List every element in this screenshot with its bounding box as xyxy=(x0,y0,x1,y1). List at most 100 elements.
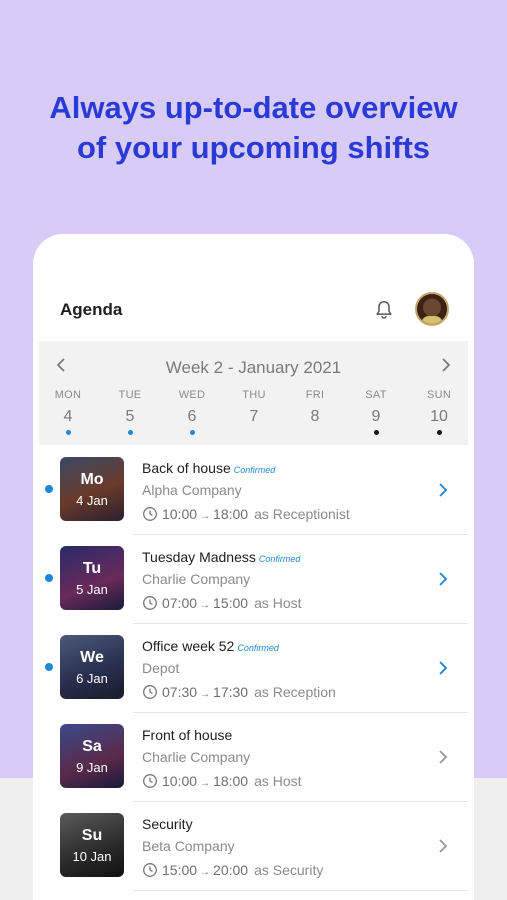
shift-time-row: 15:00 → 20:00 as Security xyxy=(142,862,323,878)
day-name: MON xyxy=(54,389,82,401)
arrow-right-icon: → xyxy=(200,778,211,789)
day-number: 5 xyxy=(125,408,135,425)
clock-icon xyxy=(143,596,157,610)
shift-title-row: Front of house xyxy=(142,727,235,745)
day-name: TUE xyxy=(118,389,142,401)
chevron-right-icon[interactable] xyxy=(436,660,450,676)
shift-date: 6 Jan xyxy=(76,671,108,686)
shift-time-row: 07:30 → 17:30 as Reception xyxy=(142,684,336,700)
page-title: Agenda xyxy=(60,300,123,319)
phone-screen: Agenda Week 2 - January 2021 MON 4 TUE 5 WED… xyxy=(33,234,474,900)
arrow-right-icon: → xyxy=(200,511,211,522)
shift-card[interactable]: We 6 Jan Office week 52 Confirmed Depot 07:30… xyxy=(33,625,474,713)
day-shift-dot xyxy=(373,430,379,435)
shift-company: Charlie Company xyxy=(142,571,251,587)
shift-date: 4 Jan xyxy=(76,493,108,508)
shift-title: Front of house xyxy=(142,727,233,743)
shift-title-row: Security xyxy=(142,816,196,834)
shift-date: 5 Jan xyxy=(76,582,108,597)
avatar-shirt xyxy=(421,316,443,324)
shift-time-row: 07:00 → 15:00 as Host xyxy=(142,595,302,611)
bell-icon[interactable] xyxy=(373,298,395,322)
shift-role: as Reception xyxy=(254,684,336,700)
day-cell-sat[interactable]: SAT 9 xyxy=(356,389,396,435)
day-cell-thu[interactable]: THU 7 xyxy=(234,389,274,435)
day-cell-tue[interactable]: TUE 5 xyxy=(110,389,150,435)
divider xyxy=(133,623,468,624)
day-cell-wed[interactable]: WED 6 xyxy=(172,389,212,435)
day-number: 8 xyxy=(310,408,320,425)
status-badge: Confirmed xyxy=(233,465,276,475)
shift-title-row: Office week 52 Confirmed xyxy=(142,638,279,656)
shift-day-abbr: Tu xyxy=(82,560,102,577)
clock-icon xyxy=(143,685,157,699)
day-name: SAT xyxy=(365,389,387,401)
day-number: 10 xyxy=(430,408,448,425)
day-cell-mon[interactable]: MON 4 xyxy=(48,389,88,435)
shift-title-row: Tuesday Madness Confirmed xyxy=(142,549,300,567)
headline-line-1: Always up-to-date overview xyxy=(49,90,458,125)
day-shift-dot xyxy=(65,430,71,435)
day-cell-sun[interactable]: SUN 10 xyxy=(419,389,459,435)
day-shift-dot xyxy=(189,430,195,435)
arrow-right-icon: → xyxy=(200,867,211,878)
day-number: 4 xyxy=(63,408,73,425)
promo-headline: Always up-to-date overview of your upcom… xyxy=(0,88,507,168)
week-navigator: Week 2 - January 2021 xyxy=(39,353,468,379)
chevron-right-icon[interactable] xyxy=(436,749,450,765)
day-name: WED xyxy=(178,389,206,401)
shift-day-abbr: Su xyxy=(81,827,103,844)
shift-start-time: 07:30 xyxy=(162,684,198,700)
shift-card[interactable]: Mo 4 Jan Back of house Confirmed Alpha Compa… xyxy=(33,447,474,535)
shift-company: Depot xyxy=(142,660,180,676)
shift-thumbnail: We 6 Jan xyxy=(60,635,124,699)
shift-card[interactable]: Su 10 Jan Security Beta Company 15:00 → 20:00 a… xyxy=(33,803,474,891)
shift-thumbnail: Su 10 Jan xyxy=(60,813,124,877)
shift-company: Beta Company xyxy=(142,838,235,854)
shift-card[interactable]: Sa 9 Jan Front of house Charlie Company 10:0… xyxy=(33,714,474,802)
shift-end-time: 17:30 xyxy=(213,684,249,700)
shift-date: 10 Jan xyxy=(72,849,112,864)
day-shift-dot xyxy=(313,430,318,435)
shift-thumbnail: Sa 9 Jan xyxy=(60,724,124,788)
shift-day-abbr: Mo xyxy=(80,471,104,488)
shift-title: Office week 52 xyxy=(142,638,235,654)
day-number: 6 xyxy=(187,408,197,425)
shift-thumbnail: Mo 4 Jan xyxy=(60,457,124,521)
chevron-right-icon[interactable] xyxy=(436,482,450,498)
status-badge: Confirmed xyxy=(237,643,279,653)
day-cell-fri[interactable]: FRI 8 xyxy=(295,389,335,435)
day-name: FRI xyxy=(305,389,325,401)
day-shift-dot xyxy=(127,430,133,435)
shift-thumbnail: Tu 5 Jan xyxy=(60,546,124,610)
shift-day-abbr: Sa xyxy=(82,738,102,755)
day-shift-dot xyxy=(436,430,442,435)
shift-company: Alpha Company xyxy=(142,482,242,498)
clock-icon xyxy=(143,863,157,877)
shift-date: 9 Jan xyxy=(76,760,108,775)
day-name: SUN xyxy=(426,389,452,401)
shift-role: as Security xyxy=(254,862,324,878)
status-badge: Confirmed xyxy=(258,554,301,564)
chevron-right-icon[interactable] xyxy=(436,571,450,587)
user-avatar[interactable] xyxy=(415,292,449,326)
arrow-right-icon: → xyxy=(200,600,211,611)
shift-start-time: 07:00 xyxy=(162,595,198,611)
arrow-right-icon: → xyxy=(200,689,211,700)
chevron-right-icon[interactable] xyxy=(436,838,450,854)
clock-icon xyxy=(143,507,157,521)
week-calendar: Week 2 - January 2021 MON 4 TUE 5 WED 6 THU 7 FR… xyxy=(39,341,468,445)
shift-end-time: 15:00 xyxy=(213,595,249,611)
shift-card[interactable]: Tu 5 Jan Tuesday Madness Confirmed Charlie C… xyxy=(33,536,474,624)
shift-role: as Host xyxy=(254,773,302,789)
day-number: 7 xyxy=(249,408,259,425)
shift-end-time: 18:00 xyxy=(213,506,249,522)
day-name: THU xyxy=(242,389,266,401)
unread-dot xyxy=(45,663,53,671)
shift-role: as Host xyxy=(254,595,302,611)
chevron-right-icon[interactable] xyxy=(436,356,454,374)
unread-dot xyxy=(45,574,53,582)
clock-icon xyxy=(143,774,157,788)
day-shift-dot xyxy=(252,430,257,435)
day-number: 9 xyxy=(371,408,381,425)
